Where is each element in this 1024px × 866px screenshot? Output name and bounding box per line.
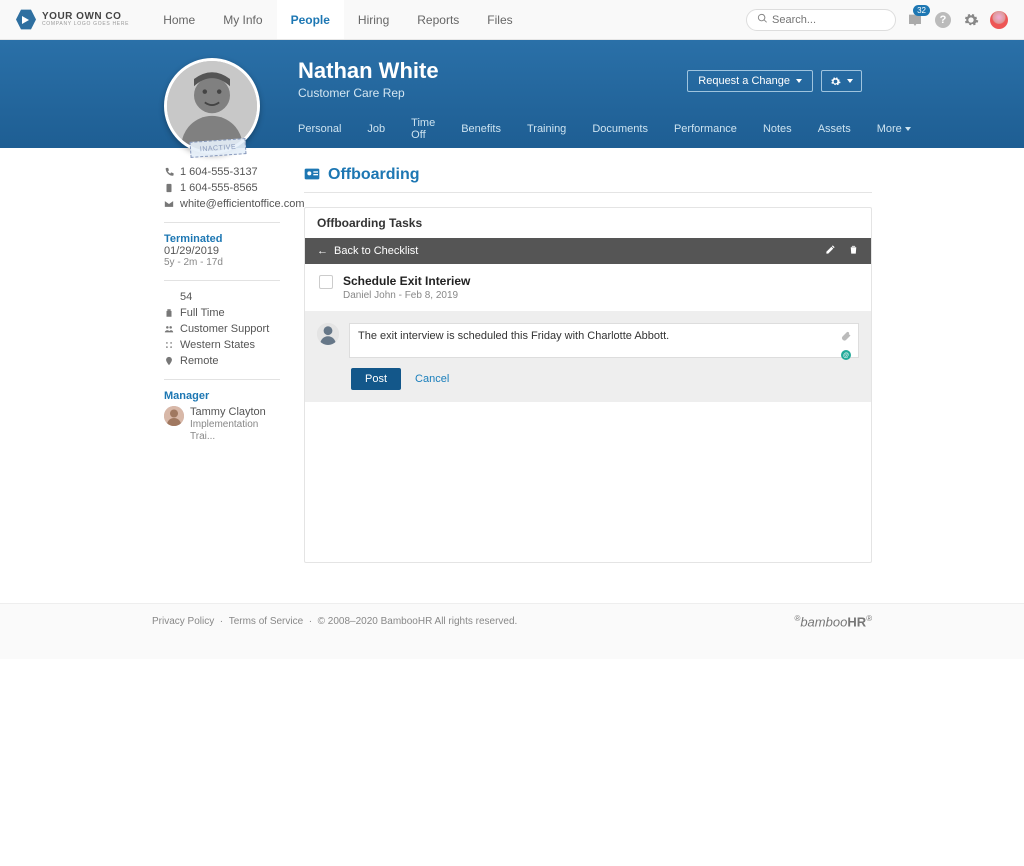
- caret-down-icon: [796, 79, 802, 83]
- current-user-avatar[interactable]: [990, 11, 1008, 29]
- back-arrow-icon: ←: [317, 245, 328, 257]
- page-title-row: Offboarding: [304, 166, 872, 193]
- subtab-time-off[interactable]: Time Off: [411, 117, 435, 149]
- manager-avatar: [164, 406, 184, 426]
- manager-title: Implementation Trai...: [190, 419, 280, 443]
- subtab-documents[interactable]: Documents: [592, 123, 648, 143]
- task-meta: Daniel John - Feb 8, 2019: [343, 290, 470, 301]
- sidebar-manager[interactable]: Tammy Clayton Implementation Trai...: [164, 406, 280, 443]
- cancel-link[interactable]: Cancel: [415, 373, 449, 385]
- sidebar-tenure: 5y - 2m - 17d: [164, 257, 280, 268]
- task-checkbox[interactable]: [319, 275, 333, 289]
- company-logo[interactable]: YOUR OWN CO COMPANY LOGO GOES HERE: [16, 9, 129, 31]
- comment-area: @ Post Cancel: [305, 311, 871, 402]
- hero-gear-button[interactable]: [821, 70, 862, 92]
- page-body: 1 604-555-3137 1 604-555-8565 white@effi…: [0, 148, 1024, 603]
- nav-my-info[interactable]: My Info: [209, 0, 276, 39]
- sidebar-phone-2: 1 604-555-8565: [164, 182, 280, 194]
- footer-tos-link[interactable]: Terms of Service: [229, 616, 303, 627]
- manager-name: Tammy Clayton: [190, 406, 280, 419]
- hero-actions: Request a Change: [687, 70, 862, 92]
- page-title: Offboarding: [328, 166, 420, 184]
- search-icon: [757, 13, 772, 27]
- top-right: 32 ?: [746, 9, 1008, 31]
- people-icon: [164, 324, 174, 334]
- location-icon: [164, 356, 174, 366]
- subtab-job[interactable]: Job: [367, 123, 385, 143]
- top-nav: Home My Info People Hiring Reports Files: [149, 0, 526, 39]
- employee-name: Nathan White: [298, 58, 439, 84]
- sidebar-region: Western States: [164, 339, 280, 351]
- nav-home[interactable]: Home: [149, 0, 209, 39]
- back-to-checklist-link[interactable]: ← Back to Checklist: [317, 245, 418, 257]
- task-title: Schedule Exit Interiew: [343, 274, 470, 288]
- employee-subtabs: Personal Job Time Off Benefits Training …: [298, 118, 872, 148]
- caret-down-icon: [905, 127, 911, 131]
- hash-icon: [164, 292, 174, 302]
- mobile-icon: [164, 183, 174, 193]
- request-change-button[interactable]: Request a Change: [687, 70, 813, 92]
- delete-icon[interactable]: [848, 244, 859, 258]
- panel-empty-space: [305, 402, 871, 562]
- sidebar-term-date: 01/29/2019: [164, 245, 280, 257]
- email-icon: [164, 199, 174, 209]
- edit-icon[interactable]: [825, 244, 836, 258]
- post-button[interactable]: Post: [351, 368, 401, 390]
- sidebar-department: Customer Support: [164, 323, 280, 335]
- nav-people[interactable]: People: [277, 0, 344, 39]
- sidebar-status-label: Terminated: [164, 233, 280, 245]
- svg-text:@: @: [843, 353, 849, 359]
- org-icon: [164, 340, 174, 350]
- page-footer: Privacy Policy · Terms of Service · © 20…: [0, 603, 1024, 659]
- help-icon[interactable]: ?: [934, 11, 952, 29]
- checklist-bar: ← Back to Checklist: [305, 238, 871, 264]
- main-content: Offboarding Offboarding Tasks ← Back to …: [304, 166, 872, 563]
- search-input[interactable]: [772, 14, 885, 26]
- nav-hiring[interactable]: Hiring: [344, 0, 403, 39]
- mention-icon[interactable]: @: [840, 349, 852, 364]
- footer-copyright: © 2008–2020 BambooHR All rights reserved…: [318, 616, 518, 627]
- subtab-more[interactable]: More: [877, 123, 911, 143]
- comment-author-avatar: [317, 323, 339, 345]
- subtab-training[interactable]: Training: [527, 123, 566, 143]
- settings-icon[interactable]: [962, 11, 980, 29]
- sidebar-email: white@efficientoffice.com: [164, 198, 280, 210]
- nav-reports[interactable]: Reports: [403, 0, 473, 39]
- employee-sidebar: 1 604-555-3137 1 604-555-8565 white@effi…: [164, 166, 280, 563]
- phone-icon: [164, 167, 174, 177]
- panel-header: Offboarding Tasks: [305, 208, 871, 238]
- sidebar-phone-1: 1 604-555-3137: [164, 166, 280, 178]
- inbox-icon[interactable]: 32: [906, 11, 924, 29]
- footer-brand: ®bambooHR®: [794, 614, 872, 629]
- caret-down-icon: [847, 79, 853, 83]
- search-box[interactable]: [746, 9, 896, 31]
- nav-files[interactable]: Files: [473, 0, 526, 39]
- id-card-icon: [304, 167, 320, 184]
- sidebar-location: Remote: [164, 355, 280, 367]
- sidebar-emp-type: Full Time: [164, 307, 280, 319]
- top-bar: YOUR OWN CO COMPANY LOGO GOES HERE Home …: [0, 0, 1024, 40]
- logo-hex-icon: [16, 9, 36, 31]
- sidebar-manager-label: Manager: [164, 390, 280, 402]
- subtab-performance[interactable]: Performance: [674, 123, 737, 143]
- subtab-notes[interactable]: Notes: [763, 123, 792, 143]
- clock-icon: [164, 308, 174, 318]
- footer-privacy-link[interactable]: Privacy Policy: [152, 616, 214, 627]
- sidebar-emp-number: 54: [164, 291, 280, 303]
- employee-job-title: Customer Care Rep: [298, 86, 439, 100]
- attachment-icon[interactable]: [840, 330, 852, 345]
- subtab-benefits[interactable]: Benefits: [461, 123, 501, 143]
- logo-text: YOUR OWN CO COMPANY LOGO GOES HERE: [42, 12, 129, 27]
- subtab-assets[interactable]: Assets: [818, 123, 851, 143]
- task-row: Schedule Exit Interiew Daniel John - Feb…: [305, 264, 871, 311]
- employee-name-block: Nathan White Customer Care Rep: [298, 58, 439, 100]
- inbox-badge: 32: [913, 5, 930, 16]
- subtab-personal[interactable]: Personal: [298, 123, 341, 143]
- employee-hero: INACTIVE Nathan White Customer Care Rep …: [0, 40, 1024, 148]
- comment-input[interactable]: [358, 330, 832, 348]
- comment-box[interactable]: @: [349, 323, 859, 358]
- offboarding-panel: Offboarding Tasks ← Back to Checklist: [304, 207, 872, 563]
